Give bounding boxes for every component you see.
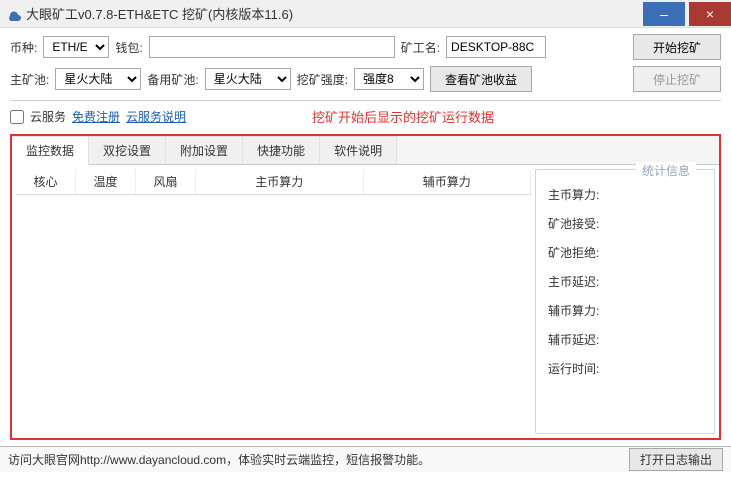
- annotation-text: 挖矿开始后显示的挖矿运行数据: [312, 107, 494, 126]
- tab-extra[interactable]: 附加设置: [166, 136, 243, 164]
- stat-accept: 矿池接受:: [546, 209, 704, 238]
- register-link[interactable]: 免费注册: [72, 108, 120, 125]
- footer-url[interactable]: www.dayancloud.com: [110, 453, 226, 467]
- start-mining-button[interactable]: 开始挖矿: [633, 34, 721, 60]
- stat-runtime: 运行时间:: [546, 354, 704, 383]
- backup-select[interactable]: 星火大陆: [205, 68, 291, 90]
- wallet-label: 钱包:: [115, 39, 142, 56]
- window-title: 大眼矿工v0.7.8-ETH&ETC 挖矿(内核版本11.6): [26, 4, 639, 23]
- tab-quick[interactable]: 快捷功能: [243, 136, 320, 164]
- table-header: 核心 温度 风扇 主币算力 辅币算力: [16, 169, 531, 195]
- cloud-label: 云服务: [30, 108, 66, 125]
- stats-legend: 统计信息: [636, 162, 696, 179]
- stat-reject: 矿池拒绝:: [546, 238, 704, 267]
- mainpool-label: 主矿池:: [10, 71, 49, 88]
- stat-mainlat: 主币延迟:: [546, 267, 704, 296]
- intensity-select[interactable]: 强度8: [354, 68, 424, 90]
- open-log-button[interactable]: 打开日志输出: [629, 448, 723, 471]
- monitor-panel: 监控数据 双挖设置 附加设置 快捷功能 软件说明 核心 温度 风扇 主币算力 辅…: [10, 134, 721, 440]
- cloud-help-link[interactable]: 云服务说明: [126, 108, 186, 125]
- wallet-input[interactable]: [149, 36, 395, 58]
- stop-mining-button[interactable]: 停止挖矿: [633, 66, 721, 92]
- gpu-table: 核心 温度 风扇 主币算力 辅币算力: [16, 169, 531, 434]
- tab-about[interactable]: 软件说明: [320, 136, 397, 164]
- th-temp: 温度: [76, 169, 136, 194]
- tab-bar: 监控数据 双挖设置 附加设置 快捷功能 软件说明: [12, 136, 719, 165]
- stat-sublat: 辅币延迟:: [546, 325, 704, 354]
- stats-box: 统计信息 主币算力: 矿池接受: 矿池拒绝: 主币延迟: 辅币算力: 辅币延迟:…: [535, 169, 715, 434]
- th-subhash: 辅币算力: [364, 169, 532, 194]
- footer-text: 访问大眼官网http://www.dayancloud.com，体验实时云端监控…: [8, 451, 430, 468]
- th-mainhash: 主币算力: [196, 169, 364, 194]
- tab-content: 核心 温度 风扇 主币算力 辅币算力 统计信息 主币算力: 矿池接受: 矿池拒绝…: [12, 165, 719, 438]
- config-row-1: 币种: ETH/E 钱包: 矿工名: 开始挖矿: [0, 28, 731, 66]
- view-earnings-button[interactable]: 查看矿池收益: [430, 66, 532, 92]
- miner-input[interactable]: [446, 36, 546, 58]
- coin-select[interactable]: ETH/E: [43, 36, 109, 58]
- footer: 访问大眼官网http://www.dayancloud.com，体验实时云端监控…: [0, 446, 731, 472]
- separator: [10, 100, 721, 101]
- cloud-row: 云服务 免费注册 云服务说明 挖矿开始后显示的挖矿运行数据: [0, 103, 731, 130]
- close-button[interactable]: ×: [689, 2, 731, 26]
- tab-monitor[interactable]: 监控数据: [12, 136, 89, 165]
- mainpool-select[interactable]: 星火大陆: [55, 68, 141, 90]
- backup-label: 备用矿池:: [147, 71, 198, 88]
- th-core: 核心: [16, 169, 76, 194]
- config-row-2: 主矿池: 星火大陆 备用矿池: 星火大陆 挖矿强度: 强度8 查看矿池收益 停止…: [0, 66, 731, 98]
- titlebar: 大眼矿工v0.7.8-ETH&ETC 挖矿(内核版本11.6) – ×: [0, 0, 731, 28]
- miner-label: 矿工名:: [401, 39, 440, 56]
- app-icon: [6, 6, 22, 22]
- stat-mainhash: 主币算力:: [546, 180, 704, 209]
- tab-dual[interactable]: 双挖设置: [89, 136, 166, 164]
- minimize-button[interactable]: –: [643, 2, 685, 26]
- coin-label: 币种:: [10, 39, 37, 56]
- cloud-checkbox[interactable]: [10, 110, 24, 124]
- intensity-label: 挖矿强度:: [297, 71, 348, 88]
- th-fan: 风扇: [136, 169, 196, 194]
- stat-subhash: 辅币算力:: [546, 296, 704, 325]
